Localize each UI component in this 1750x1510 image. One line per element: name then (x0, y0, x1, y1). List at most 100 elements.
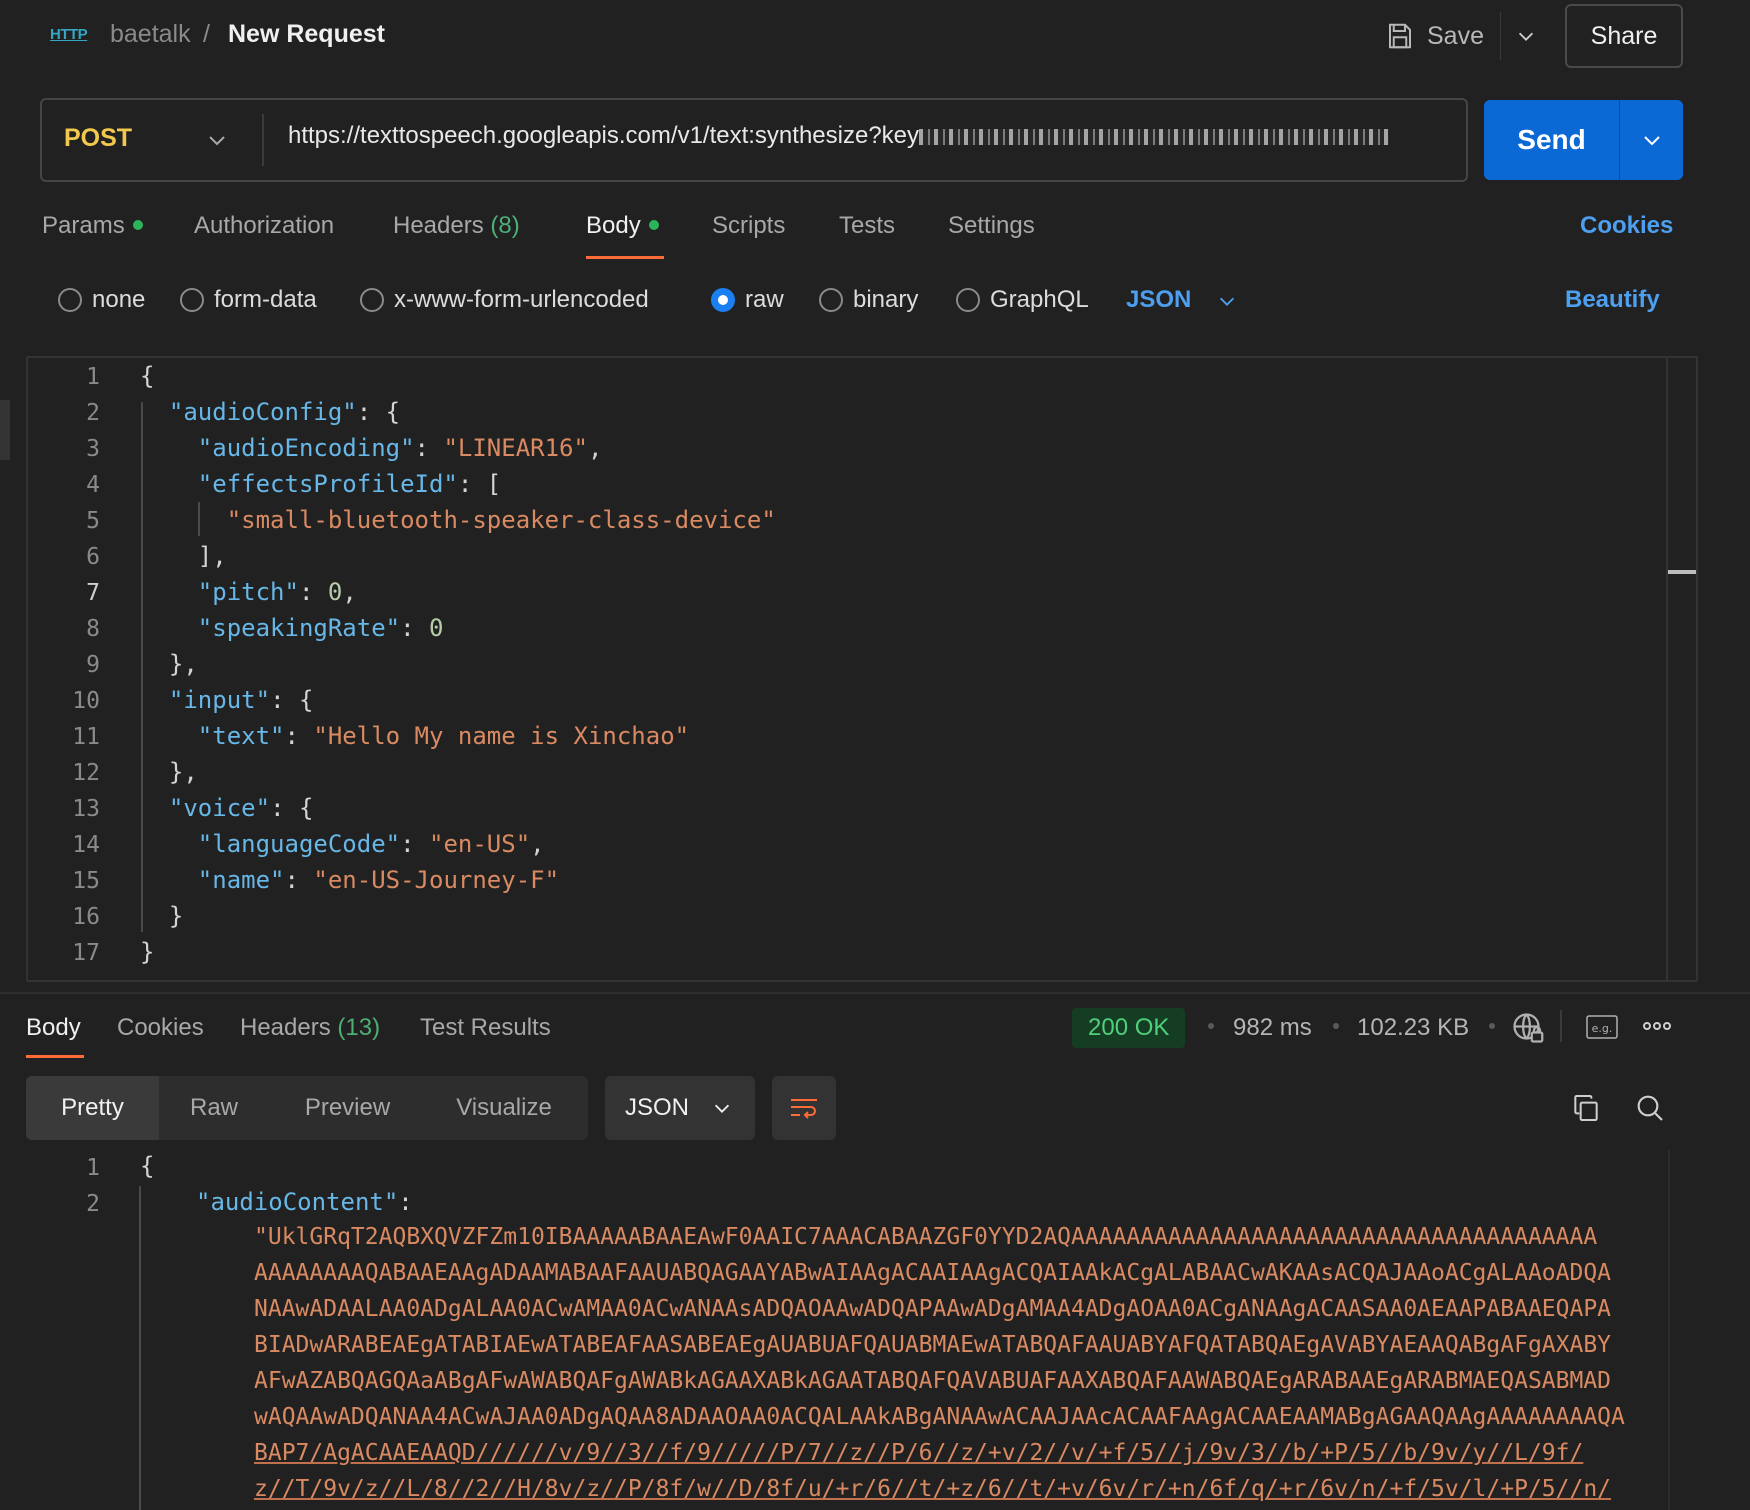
body-type-form-data[interactable]: form-data (180, 286, 317, 314)
line-number: 1 (86, 364, 100, 390)
line-number: 4 (86, 472, 100, 498)
network-globe-icon[interactable] (1510, 1010, 1546, 1046)
url-text: https://texttospeech.googleapis.com/v1/t… (288, 122, 920, 149)
code-line: "languageCode": "en-US", (197, 830, 545, 858)
copy-icon[interactable] (1570, 1092, 1602, 1124)
response-tab-headers[interactable]: Headers (13) (240, 1014, 380, 1042)
method-select[interactable]: POST (64, 124, 132, 153)
tab-tests[interactable]: Tests (839, 212, 895, 240)
radio-button[interactable] (360, 288, 384, 312)
url-input[interactable]: https://texttospeech.googleapis.com/v1/t… (288, 122, 1448, 150)
code-line: }, (140, 650, 198, 678)
save-icon (1389, 23, 1411, 49)
send-options-button[interactable] (1619, 100, 1683, 180)
more-options-icon[interactable] (1642, 1014, 1672, 1038)
chevron-down-icon (1518, 32, 1533, 41)
tab-settings[interactable]: Settings (948, 212, 1035, 240)
save-button[interactable]: Save (1385, 12, 1495, 60)
chevron-down-icon[interactable] (205, 128, 229, 152)
radio-button[interactable] (180, 288, 204, 312)
body-type-raw[interactable]: raw (711, 286, 784, 314)
line-number: 6 (86, 544, 100, 570)
radio-button[interactable] (58, 288, 82, 312)
view-raw-button[interactable]: Raw (159, 1076, 269, 1140)
tab-body[interactable]: Body (586, 212, 659, 240)
code-line: } (140, 902, 184, 930)
audio-content-line: AAAAAAAAQABAAEAAgADAAMABAAFAAUABQAGAAYAB… (254, 1260, 1612, 1286)
body-type-urlencoded[interactable]: x-www-form-urlencoded (360, 286, 649, 314)
tab-scripts[interactable]: Scripts (712, 212, 785, 240)
chevron-down-icon[interactable] (1216, 290, 1238, 312)
code-line: "effectsProfileId": [ (197, 470, 502, 498)
response-format-select[interactable]: JSON (605, 1076, 755, 1140)
line-number: 2 (86, 400, 100, 426)
line-number: 13 (72, 796, 100, 822)
view-preview-button[interactable]: Preview (280, 1076, 415, 1140)
audio-content-line: wAQAAwADQANAA4ACwAJAA0ADgAQAA8ADAAOAA0AC… (254, 1404, 1625, 1430)
line-number: 7 (86, 580, 100, 606)
line-number: 8 (86, 616, 100, 642)
response-code-line: { (140, 1152, 155, 1180)
audio-content-line: BIADwARABEAEgATABIAEwATABEAFAASABEAEgAUA… (254, 1332, 1612, 1358)
left-panel-handle[interactable] (0, 400, 10, 460)
http-request-icon: HTTP (50, 26, 88, 43)
tab-params[interactable]: Params (42, 212, 143, 240)
view-pretty-button[interactable]: Pretty (26, 1076, 159, 1140)
chevron-down-icon (1643, 136, 1660, 146)
divider (1560, 1010, 1562, 1042)
code-line: { (140, 362, 155, 390)
response-tab-body[interactable]: Body (26, 1014, 81, 1042)
code-line: "small-bluetooth-speaker-class-device" (226, 506, 776, 534)
active-dot (648, 219, 659, 230)
line-number: 2 (86, 1191, 100, 1217)
status-badge[interactable]: 200 OK (1072, 1008, 1186, 1048)
code-line: } (140, 938, 155, 966)
line-number: 5 (86, 508, 100, 534)
radio-button-selected[interactable] (711, 288, 735, 312)
code-line: }, (140, 758, 198, 786)
line-number: 16 (72, 904, 100, 930)
view-visualize-button[interactable]: Visualize (420, 1076, 588, 1140)
body-type-none[interactable]: none (58, 286, 145, 314)
share-button[interactable]: Share (1565, 4, 1683, 68)
response-divider[interactable] (0, 992, 1750, 994)
radio-button[interactable] (956, 288, 980, 312)
radio-button[interactable] (819, 288, 843, 312)
breadcrumb-workspace[interactable]: baetalk (110, 20, 191, 49)
chevron-down-icon (714, 1104, 730, 1113)
active-dot (132, 219, 143, 230)
body-type-graphql[interactable]: GraphQL (956, 286, 1089, 314)
response-tab-test-results[interactable]: Test Results (420, 1014, 551, 1042)
headers-count: (13) (337, 1014, 381, 1041)
response-time[interactable]: 982 ms (1233, 1014, 1312, 1042)
headers-count: (8) (490, 212, 520, 239)
save-as-example-icon[interactable]: e.g. (1585, 1012, 1619, 1042)
line-number: 12 (72, 760, 100, 786)
wrap-lines-button[interactable] (772, 1076, 836, 1140)
audio-content-line: AFwAZABQAGQAaABgAFwAWABQAFgAWABkAGAAXABk… (254, 1368, 1612, 1394)
code-line: "audioConfig": { (168, 398, 401, 426)
editor-scrollbar-thumb[interactable] (1668, 570, 1696, 574)
separator-dot (1333, 1023, 1339, 1029)
beautify-button[interactable]: Beautify (1565, 286, 1660, 314)
tab-authorization[interactable]: Authorization (194, 212, 334, 240)
search-icon[interactable] (1634, 1092, 1666, 1124)
body-language-select[interactable]: JSON (1126, 286, 1191, 314)
send-button[interactable]: Send (1484, 100, 1619, 180)
line-number: 1 (86, 1155, 100, 1181)
code-line: "speakingRate": 0 (197, 614, 444, 642)
line-number: 9 (86, 652, 100, 678)
save-options-button[interactable] (1500, 12, 1550, 60)
tab-headers[interactable]: Headers (8) (393, 212, 520, 240)
cookies-link[interactable]: Cookies (1580, 212, 1673, 240)
line-number: 15 (72, 868, 100, 894)
svg-text:e.g.: e.g. (1592, 1022, 1613, 1035)
save-label: Save (1427, 21, 1484, 50)
response-size[interactable]: 102.23 KB (1357, 1014, 1469, 1042)
breadcrumb-separator: / (203, 20, 210, 48)
response-tab-cookies[interactable]: Cookies (117, 1014, 204, 1042)
active-tab-indicator (26, 1055, 84, 1058)
request-title[interactable]: New Request (228, 20, 385, 49)
response-scrollbar-track[interactable] (1668, 1150, 1670, 1510)
body-type-binary[interactable]: binary (819, 286, 918, 314)
